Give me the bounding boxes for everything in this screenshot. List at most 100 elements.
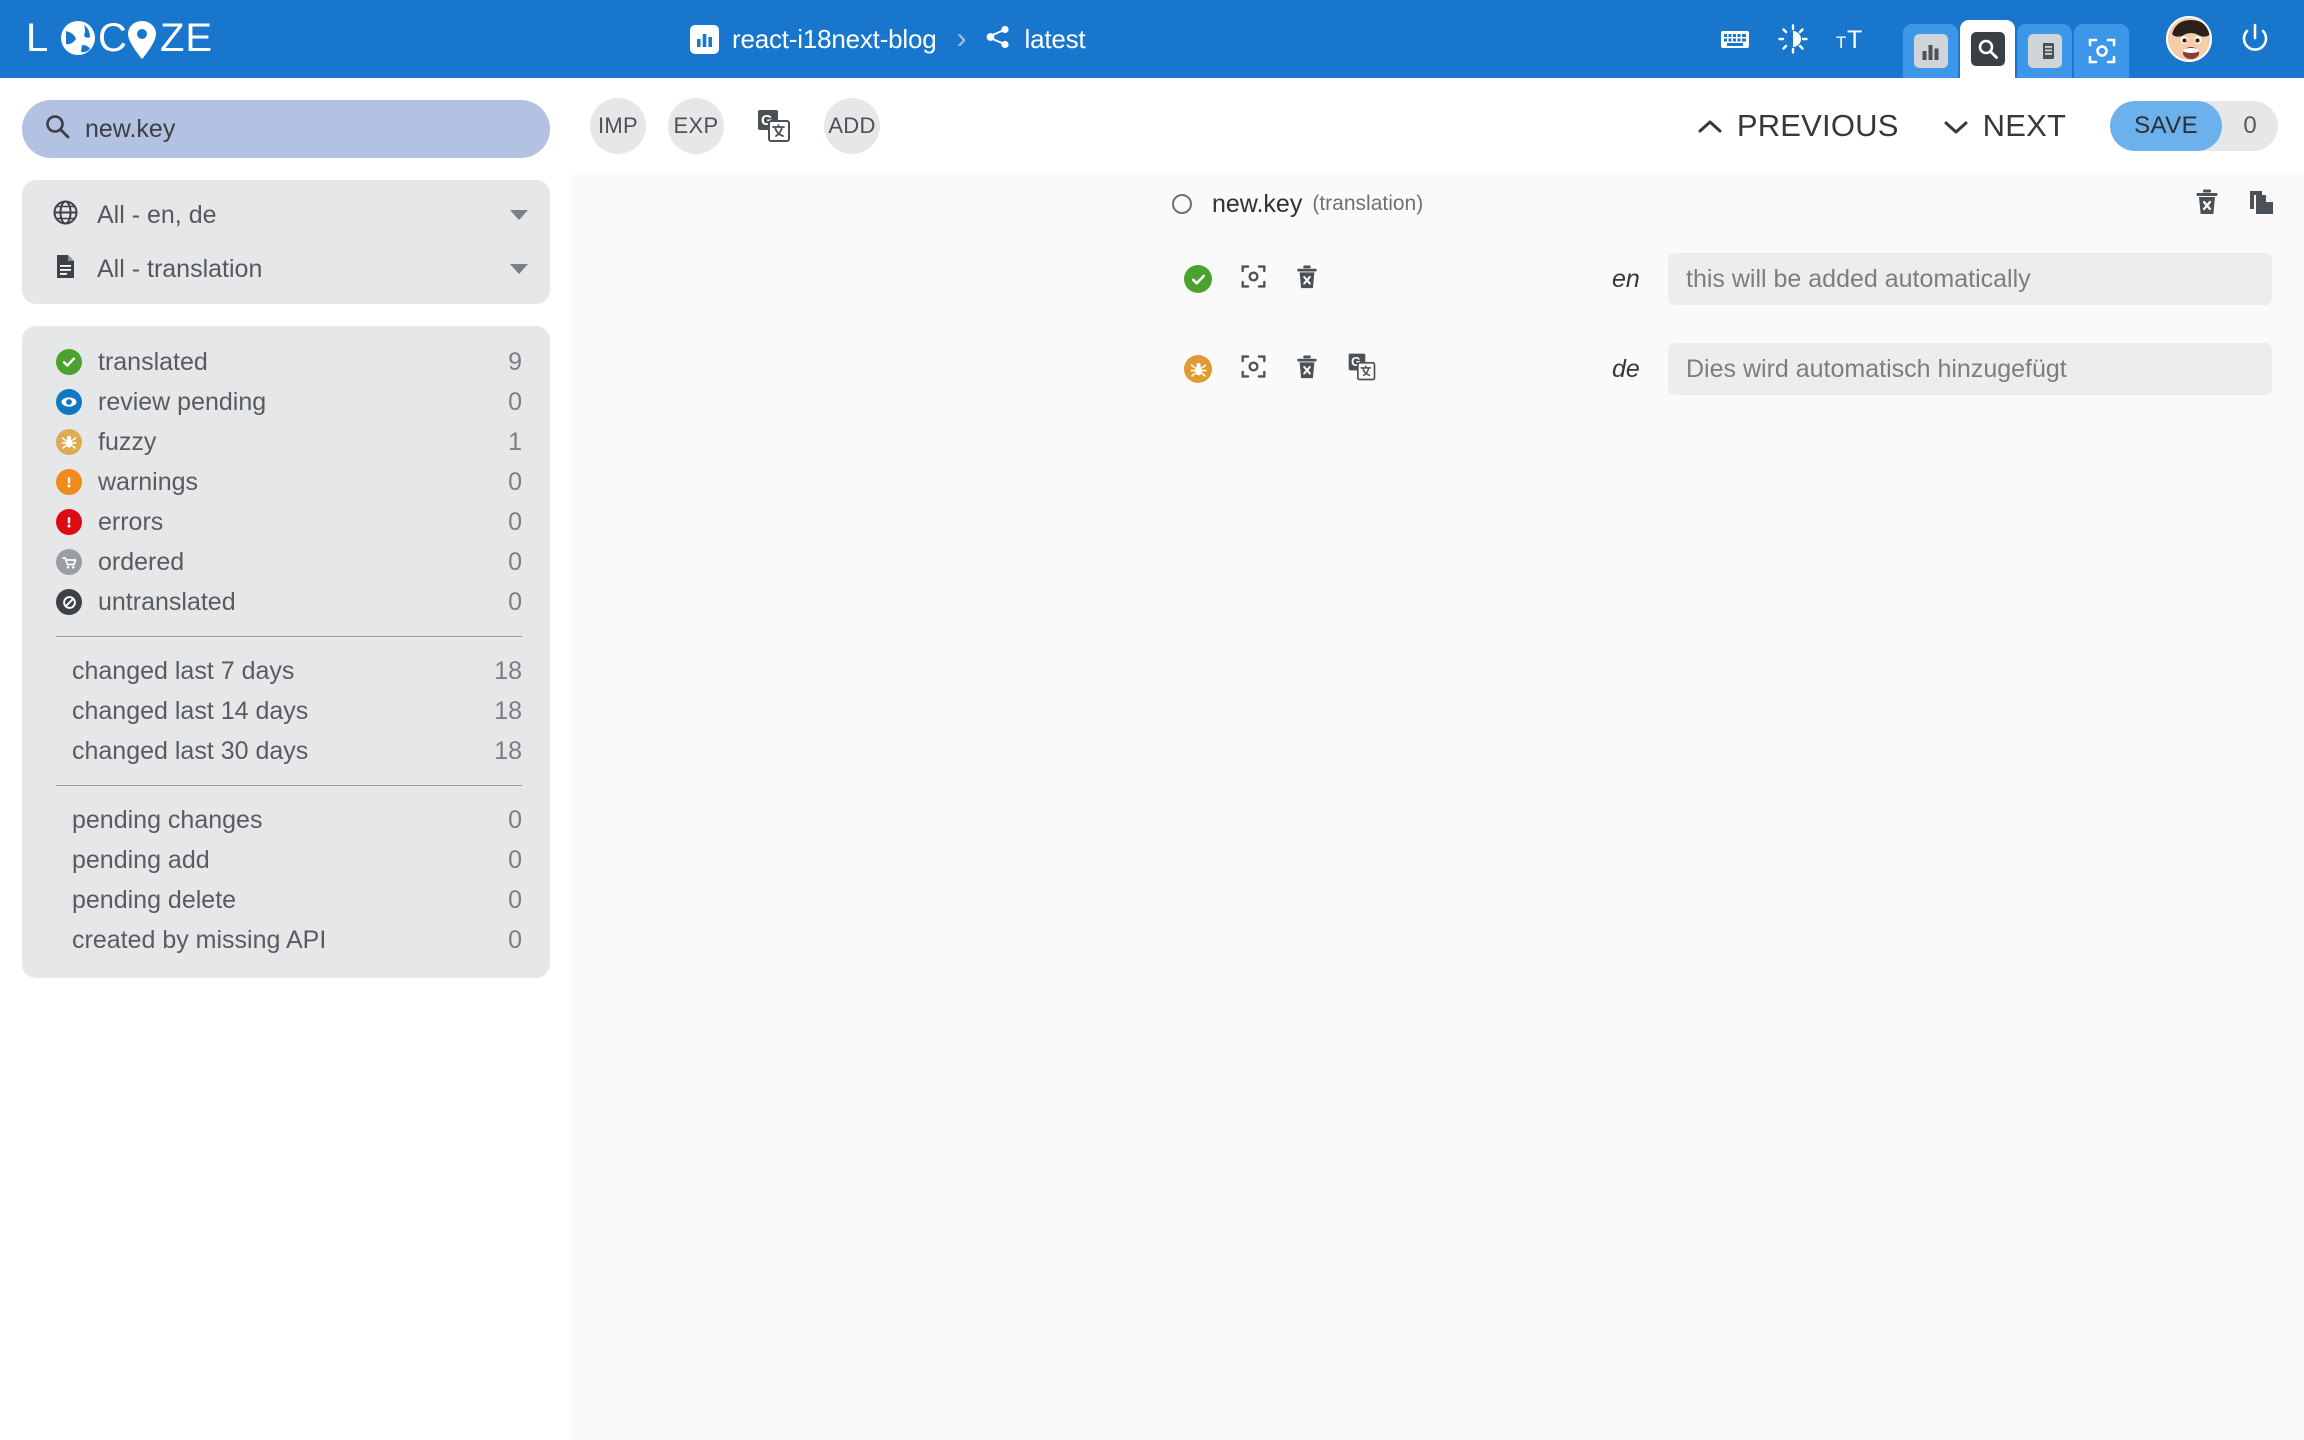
status-translated[interactable]: translated 9 — [22, 342, 550, 382]
view-tabs — [1902, 0, 2130, 78]
search-input[interactable]: new.key — [22, 100, 550, 158]
status-ordered[interactable]: ordered 0 — [22, 542, 550, 582]
bug-circle-icon[interactable] — [1184, 355, 1212, 383]
status-count: 0 — [508, 508, 522, 537]
tab-statistics[interactable] — [1903, 24, 1958, 78]
changed-count: 18 — [494, 657, 522, 686]
share-icon — [985, 24, 1011, 55]
globe-icon — [52, 199, 79, 231]
language-filter[interactable]: All - en, de — [22, 188, 550, 242]
pending-delete[interactable]: pending delete 0 — [22, 880, 550, 920]
user-avatar[interactable] — [2166, 16, 2212, 62]
key-select-radio[interactable] — [1172, 194, 1192, 214]
translation-input-en[interactable]: this will be added automatically — [1668, 253, 2272, 305]
created-by-missing-api[interactable]: created by missing API 0 — [22, 920, 550, 960]
pending-count: 0 — [508, 846, 522, 875]
breadcrumb-version[interactable]: latest — [985, 24, 1086, 55]
import-button[interactable]: IMP — [590, 98, 646, 154]
status-label: review pending — [98, 388, 492, 417]
changed-14-days[interactable]: changed last 14 days 18 — [22, 691, 550, 731]
changed-count: 18 — [494, 737, 522, 766]
save-button[interactable]: SAVE 0 — [2110, 101, 2278, 151]
status-warnings[interactable]: warnings 0 — [22, 462, 550, 502]
pending-count: 0 — [508, 926, 522, 955]
action-bar: IMP EXP G ADD PREVIOUS — [572, 78, 2304, 174]
copy-key-icon[interactable] — [2248, 188, 2276, 221]
status-fuzzy[interactable]: fuzzy 1 — [22, 422, 550, 462]
bar-chart-icon — [1914, 34, 1948, 68]
add-button[interactable]: ADD — [824, 98, 880, 154]
pending-label: pending changes — [72, 806, 508, 835]
key-name: new.key — [1212, 190, 1302, 219]
key-namespace: (translation) — [1312, 192, 1423, 216]
text-size-icon[interactable]: T T — [1828, 16, 1874, 62]
save-label: SAVE — [2110, 101, 2222, 151]
tab-search[interactable] — [1960, 20, 2015, 78]
translation-row-actions: G — [1184, 352, 1377, 387]
app-logo[interactable]: L C ZE — [26, 11, 226, 67]
error-circle-icon — [56, 509, 82, 535]
next-button[interactable]: NEXT — [1943, 108, 2066, 144]
top-bar: L C ZE react-i18next-blog › — [0, 0, 2304, 78]
svg-text:T: T — [1836, 33, 1846, 52]
divider — [56, 636, 522, 637]
status-count: 0 — [508, 548, 522, 577]
changed-7-days[interactable]: changed last 7 days 18 — [22, 651, 550, 691]
status-count: 0 — [508, 588, 522, 617]
namespace-filter-label: All - translation — [97, 255, 492, 284]
pending-add[interactable]: pending add 0 — [22, 840, 550, 880]
status-label: translated — [98, 348, 492, 377]
google-translate-icon[interactable]: G — [1347, 352, 1377, 387]
top-bar-controls: T T — [1706, 0, 2284, 78]
check-circle-icon[interactable] — [1184, 265, 1212, 293]
status-label: fuzzy — [98, 428, 492, 457]
divider — [56, 785, 522, 786]
chevron-down-icon — [510, 264, 528, 274]
scan-icon[interactable] — [1240, 353, 1267, 385]
translation-input-de[interactable]: Dies wird automatisch hinzugefügt — [1668, 343, 2272, 395]
svg-text:T: T — [1847, 26, 1862, 54]
pending-changes[interactable]: pending changes 0 — [22, 800, 550, 840]
changed-count: 18 — [494, 697, 522, 726]
changed-30-days[interactable]: changed last 30 days 18 — [22, 731, 550, 771]
breadcrumb-project[interactable]: react-i18next-blog — [690, 24, 937, 55]
tab-scan[interactable] — [2074, 24, 2129, 78]
keyboard-icon[interactable] — [1712, 16, 1758, 62]
document-icon — [2028, 34, 2062, 68]
file-icon — [52, 253, 79, 285]
language-code: de — [1612, 355, 1640, 384]
pending-label: pending add — [72, 846, 508, 875]
delete-icon[interactable] — [1295, 264, 1319, 295]
bug-circle-icon — [56, 429, 82, 455]
status-untranslated[interactable]: untranslated 0 — [22, 582, 550, 622]
status-label: ordered — [98, 548, 492, 577]
tab-document[interactable] — [2017, 24, 2072, 78]
status-count: 0 — [508, 388, 522, 417]
power-icon[interactable] — [2232, 16, 2278, 62]
statistics-panel: translated 9 review pending 0 — [22, 326, 550, 978]
translation-value: this will be added automatically — [1686, 265, 2031, 294]
status-review-pending[interactable]: review pending 0 — [22, 382, 550, 422]
namespace-filter[interactable]: All - translation — [22, 242, 550, 296]
warning-circle-icon — [56, 469, 82, 495]
google-translate-icon[interactable]: G — [746, 98, 802, 154]
cart-circle-icon — [56, 549, 82, 575]
search-icon — [44, 113, 71, 145]
bar-chart-icon — [690, 25, 719, 54]
sidebar: new.key All - en, de — [0, 78, 572, 1440]
status-label: warnings — [98, 468, 492, 497]
previous-button[interactable]: PREVIOUS — [1697, 108, 1899, 144]
status-errors[interactable]: errors 0 — [22, 502, 550, 542]
status-label: untranslated — [98, 588, 492, 617]
chevron-down-icon — [1943, 108, 1969, 144]
delete-key-icon[interactable] — [2194, 188, 2220, 221]
previous-label: PREVIOUS — [1737, 108, 1899, 144]
contrast-icon[interactable] — [1770, 16, 1816, 62]
pending-count: 0 — [508, 886, 522, 915]
export-button[interactable]: EXP — [668, 98, 724, 154]
next-label: NEXT — [1983, 108, 2066, 144]
scan-icon[interactable] — [1240, 263, 1267, 295]
delete-icon[interactable] — [1295, 354, 1319, 385]
status-count: 0 — [508, 468, 522, 497]
search-icon — [1971, 32, 2005, 66]
